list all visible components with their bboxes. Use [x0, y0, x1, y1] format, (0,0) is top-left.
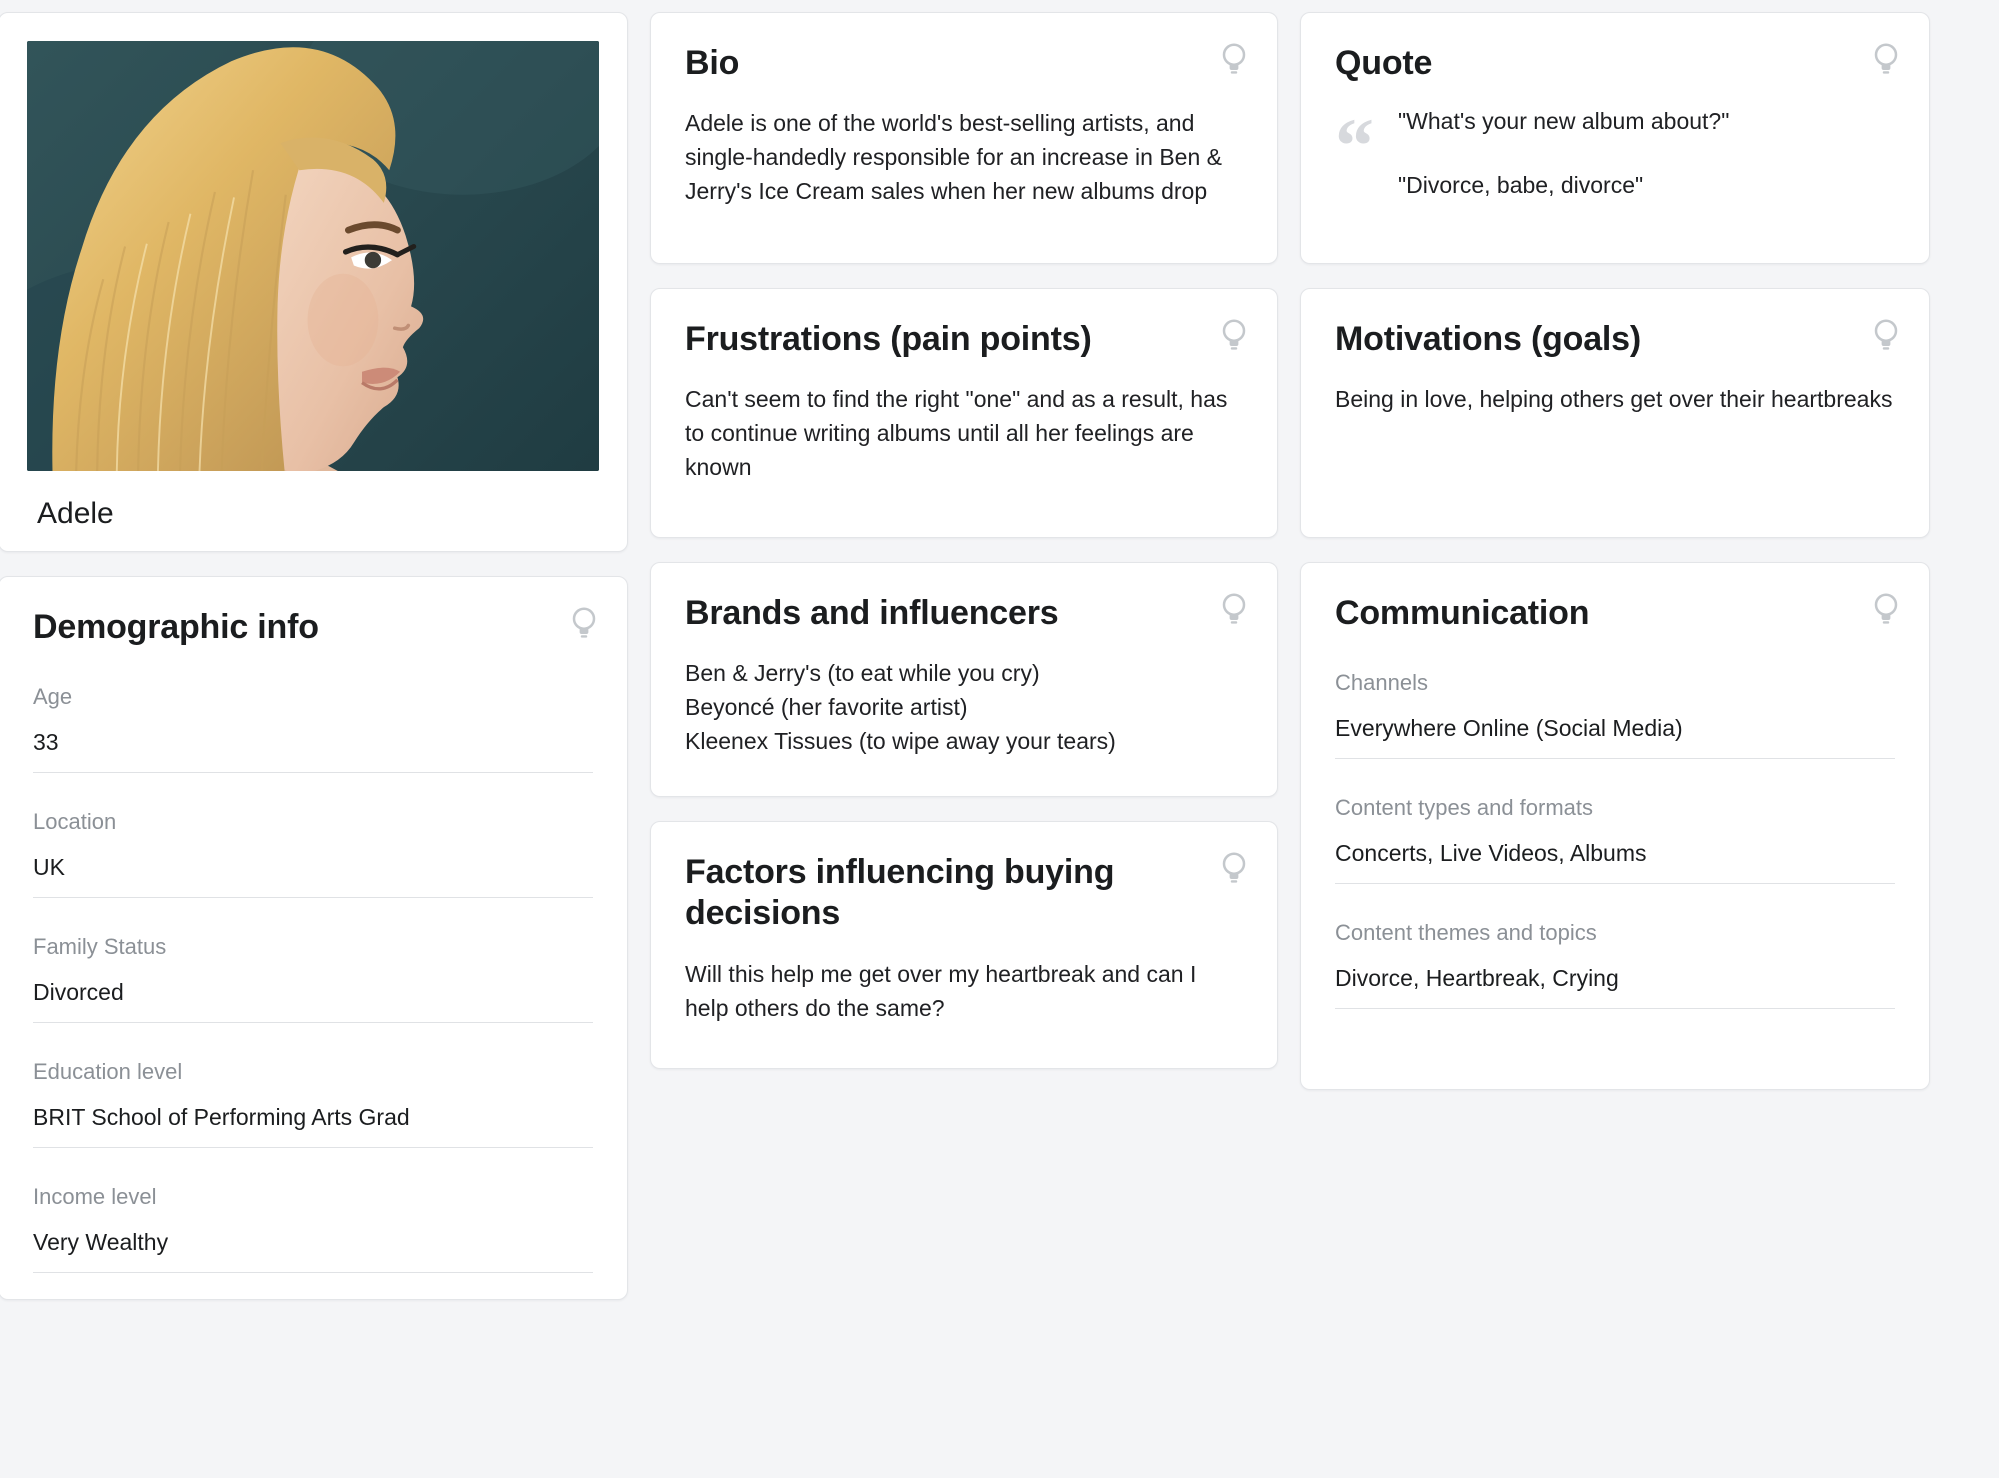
communication-card[interactable]: Communication Channels Everywhere Online… — [1300, 562, 1930, 1090]
buying-factors-card[interactable]: Factors influencing buying decisions Wil… — [650, 821, 1278, 1069]
quote-lines: "What's your new album about?" "Divorce,… — [1374, 104, 1729, 202]
card-body: Ben & Jerry's (to eat while you cry) Bey… — [685, 660, 1116, 755]
card-title: Motivations (goals) — [1335, 320, 1641, 358]
field-value-content-types[interactable]: Concerts, Live Videos, Albums — [1335, 837, 1895, 885]
card-title: Frustrations (pain points) — [685, 320, 1092, 358]
field-label: Location — [33, 809, 117, 835]
field-value-channels[interactable]: Everywhere Online (Social Media) — [1335, 712, 1895, 760]
field-label: Content themes and topics — [1335, 920, 1597, 946]
profile-photo — [27, 41, 599, 471]
field-label: Income level — [33, 1184, 157, 1210]
field-row: Content types and formats Concerts, Live… — [1335, 793, 1895, 885]
bio-card[interactable]: Bio Adele is one of the world's best-sel… — [650, 12, 1278, 264]
card-title: Factors influencing buying decisions — [685, 853, 1115, 933]
field-row: Family Status Divorced — [33, 932, 593, 1024]
profile-photo-card[interactable]: Adele — [0, 12, 628, 552]
card-title: Bio — [685, 44, 740, 82]
field-row: Age 33 — [33, 682, 593, 774]
card-body: Will this help me get over my heartbreak… — [685, 960, 1197, 1021]
field-label: Education level — [33, 1059, 183, 1085]
card-body: Being in love, helping others get over t… — [1335, 386, 1893, 413]
quote-line-question: "What's your new album about?" — [1398, 108, 1730, 135]
field-row: Location UK — [33, 807, 593, 899]
card-title: Quote — [1335, 44, 1433, 82]
persona-board: Adele Demographic info Age 33 Location U… — [0, 0, 1999, 1478]
lightbulb-icon[interactable] — [1219, 591, 1249, 625]
brands-and-influencers-card[interactable]: Brands and influencers Ben & Jerry's (to… — [650, 562, 1278, 797]
middle-column: Bio Adele is one of the world's best-sel… — [650, 12, 1278, 1069]
card-body: Can't seem to find the right "one" and a… — [685, 386, 1228, 481]
right-column: Quote “ "What's your new album about?" "… — [1300, 12, 1930, 1090]
field-row: Income level Very Wealthy — [33, 1182, 593, 1274]
field-value-family-status[interactable]: Divorced — [33, 976, 593, 1024]
field-label: Family Status — [33, 934, 167, 960]
frustrations-card[interactable]: Frustrations (pain points) Can't seem to… — [650, 288, 1278, 538]
card-title: Demographic info — [33, 608, 319, 646]
lightbulb-icon[interactable] — [1219, 317, 1249, 351]
profile-name: Adele — [37, 497, 114, 530]
card-title: Communication — [1335, 594, 1590, 632]
quote-card[interactable]: Quote “ "What's your new album about?" "… — [1300, 12, 1930, 264]
field-value-income-level[interactable]: Very Wealthy — [33, 1226, 593, 1274]
field-row: Channels Everywhere Online (Social Media… — [1335, 668, 1895, 760]
field-value-age[interactable]: 33 — [33, 726, 593, 774]
quote-mark-icon: “ — [1335, 102, 1374, 190]
lightbulb-icon[interactable] — [1871, 317, 1901, 351]
card-body: Adele is one of the world's best-selling… — [685, 110, 1222, 205]
lightbulb-icon[interactable] — [1219, 850, 1249, 884]
quote-line-answer: "Divorce, babe, divorce" — [1398, 172, 1644, 199]
lightbulb-icon[interactable] — [1219, 41, 1249, 75]
field-label: Age — [33, 684, 73, 710]
left-column: Adele Demographic info Age 33 Location U… — [0, 12, 628, 1301]
field-value-education-level[interactable]: BRIT School of Performing Arts Grad — [33, 1101, 593, 1149]
field-value-location[interactable]: UK — [33, 851, 593, 899]
field-label: Channels — [1335, 670, 1428, 696]
field-row: Content themes and topics Divorce, Heart… — [1335, 918, 1895, 1010]
motivations-card[interactable]: Motivations (goals) Being in love, helpi… — [1300, 288, 1930, 538]
lightbulb-icon[interactable] — [1871, 41, 1901, 75]
card-title: Brands and influencers — [685, 594, 1059, 632]
field-row: Education level BRIT School of Performin… — [33, 1057, 593, 1149]
lightbulb-icon[interactable] — [569, 605, 599, 639]
field-value-content-themes[interactable]: Divorce, Heartbreak, Crying — [1335, 962, 1895, 1010]
field-label: Content types and formats — [1335, 795, 1594, 821]
demographic-info-card[interactable]: Demographic info Age 33 Location UK Fami… — [0, 576, 628, 1301]
lightbulb-icon[interactable] — [1871, 591, 1901, 625]
